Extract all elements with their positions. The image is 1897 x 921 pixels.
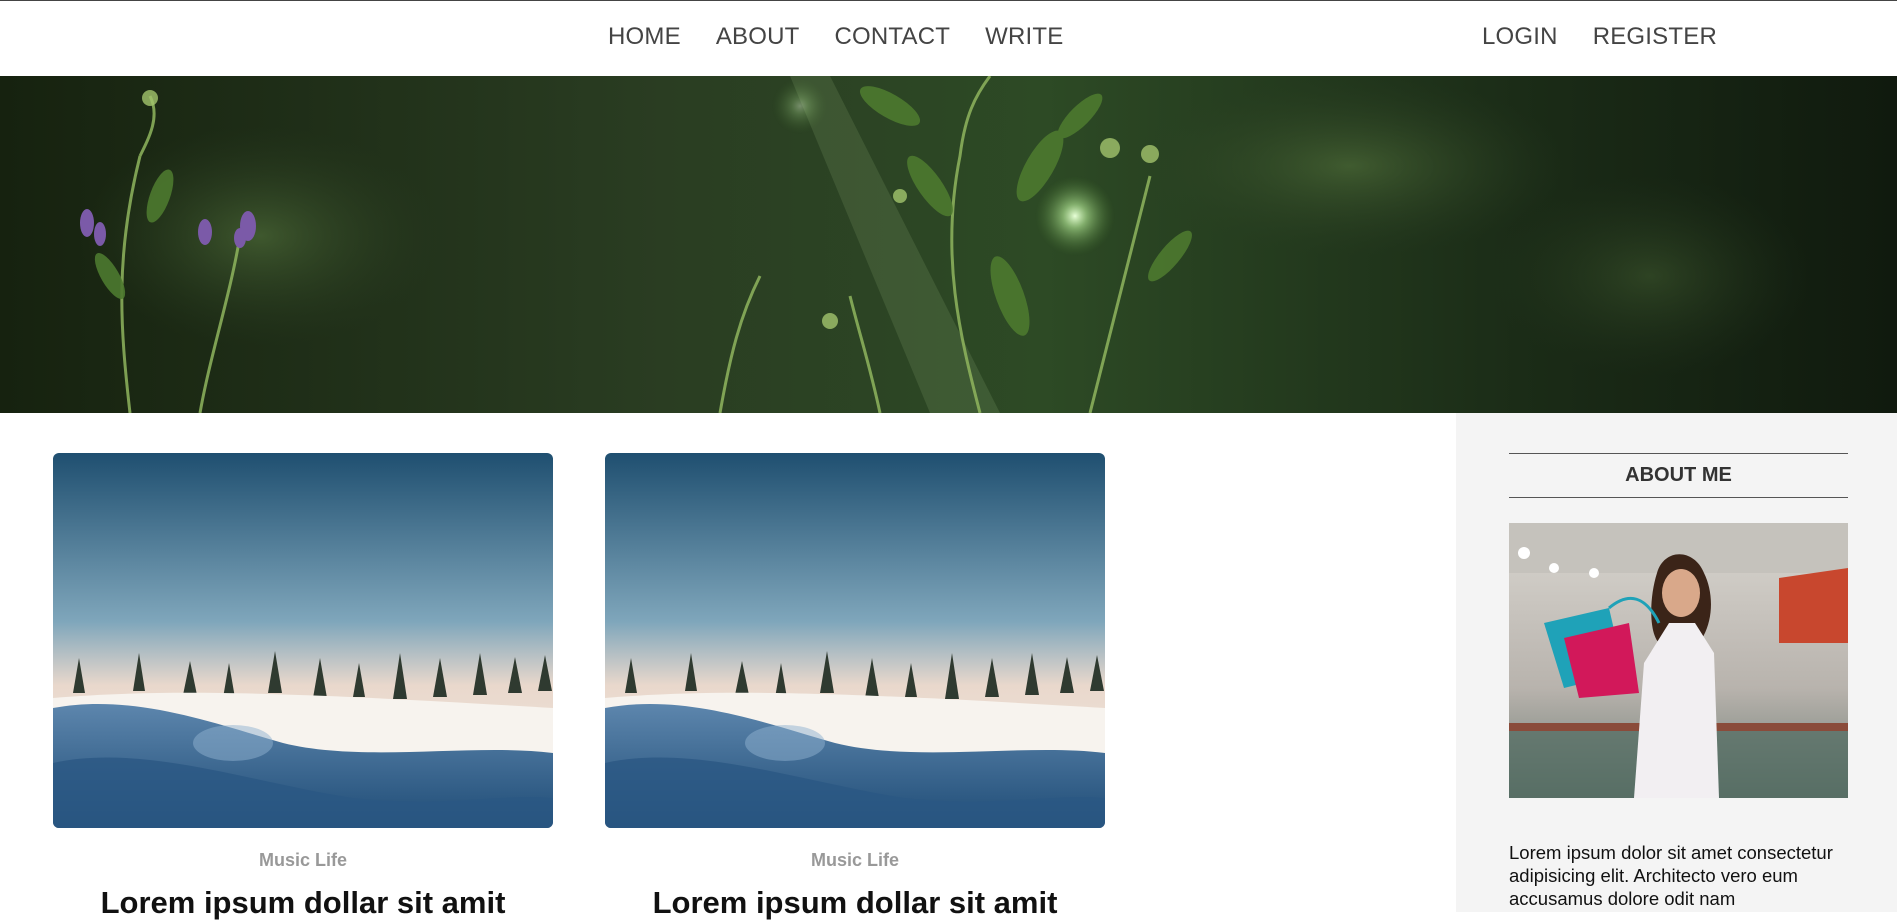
woman-shopping-image xyxy=(1509,523,1848,798)
snow-landscape-image xyxy=(53,453,553,828)
auth-nav: LOGIN REGISTER xyxy=(1482,23,1717,51)
post-category[interactable]: Music Life xyxy=(53,850,553,871)
login-link[interactable]: LOGIN xyxy=(1482,23,1558,51)
post-title[interactable]: Lorem ipsum dollar sit amit xyxy=(605,885,1105,921)
about-me-photo xyxy=(1509,523,1848,798)
top-navbar: HOME ABOUT CONTACT WRITE LOGIN REGISTER xyxy=(0,0,1897,76)
nav-contact-link[interactable]: CONTACT xyxy=(835,23,951,51)
nav-write-link[interactable]: WRITE xyxy=(985,23,1063,51)
header-plants-image xyxy=(0,76,1897,413)
nav-home-link[interactable]: HOME xyxy=(608,23,681,51)
header-image xyxy=(0,76,1897,413)
about-me-text: Lorem ipsum dolor sit amet consectetur a… xyxy=(1509,842,1833,909)
post-category[interactable]: Music Life xyxy=(605,850,1105,871)
sidebar-title: ABOUT ME xyxy=(1509,453,1848,498)
snow-landscape-image xyxy=(605,453,1105,828)
post-title[interactable]: Lorem ipsum dollar sit amit xyxy=(53,885,553,921)
main-nav: HOME ABOUT CONTACT WRITE xyxy=(608,23,1063,51)
post-image[interactable] xyxy=(53,453,553,828)
sidebar: ABOUT ME Lorem ipsum dolor sit amet cons… xyxy=(1456,413,1897,912)
post-image[interactable] xyxy=(605,453,1105,828)
register-link[interactable]: REGISTER xyxy=(1593,23,1717,51)
nav-about-link[interactable]: ABOUT xyxy=(716,23,800,51)
